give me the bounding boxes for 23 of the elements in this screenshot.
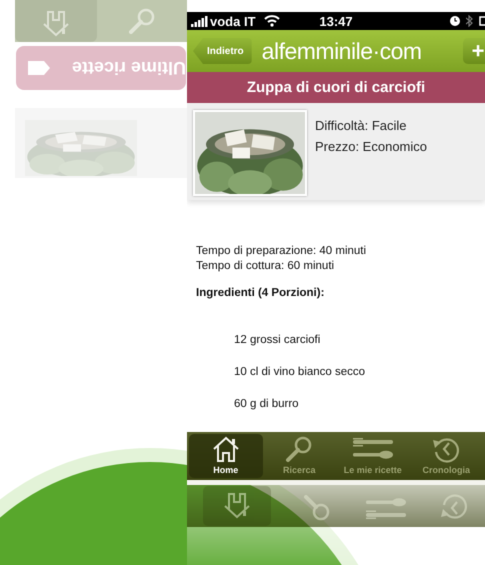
ingredient: 12 grossi carciofi <box>234 333 322 348</box>
clock-time: 13:47 <box>319 14 353 28</box>
recipe-detail: Difficoltà: Facile <box>315 118 408 133</box>
search-icon <box>127 7 157 35</box>
add-button[interactable]: + <box>463 38 485 64</box>
tab[interactable]: Home <box>189 434 262 478</box>
recipe-title: Zuppa di cuori di carciofi <box>246 79 426 96</box>
alarm-icon <box>450 16 460 26</box>
ingredient: 10 cl di vino bianco secco <box>234 365 366 380</box>
signal-icon <box>191 16 208 26</box>
ingredients-heading: Ingredienti (4 Porzioni): <box>196 287 324 299</box>
wifi-icon <box>264 15 280 27</box>
tab[interactable]: Cronologia <box>410 434 483 478</box>
carrier-name: voda IT <box>210 14 256 28</box>
recipe-detail: Prezzo: Economico <box>315 139 427 154</box>
cooking-time: Tempo di cottura: 60 minuti <box>196 259 336 274</box>
site-logo: alfemminile·com <box>262 38 423 64</box>
tab[interactable]: Le mie ricette <box>336 434 410 478</box>
back-button[interactable]: Indietro <box>193 38 252 64</box>
bluetooth-icon <box>466 15 473 27</box>
tab[interactable]: Ricerca <box>262 434 336 478</box>
cooking-time: Tempo di preparazione: 40 minuti <box>196 244 368 259</box>
ingredient: 60 g di burro <box>234 397 300 412</box>
